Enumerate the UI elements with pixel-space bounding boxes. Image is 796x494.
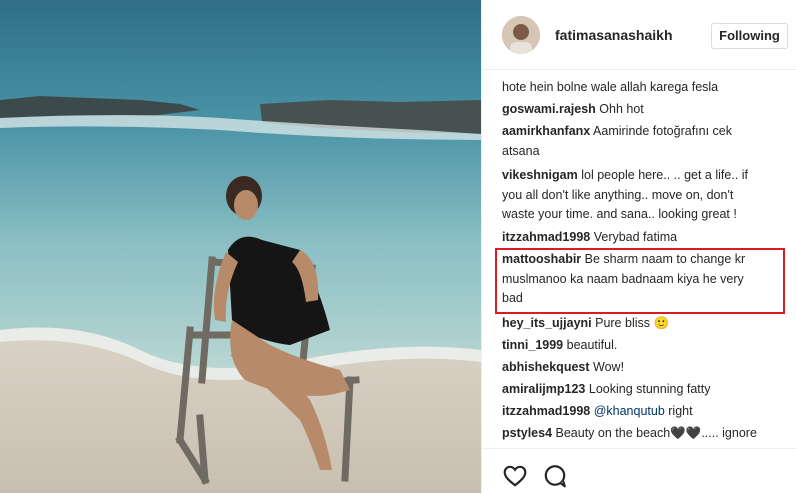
comment-username[interactable]: amiralijmp123 <box>502 382 585 396</box>
comment-text: Wow! <box>593 360 625 374</box>
comment-text: beautiful. <box>566 338 618 352</box>
comment-highlight-box <box>495 248 785 314</box>
comment-text: hote hein bolne wale allah karega fesla <box>502 80 719 94</box>
comment-item: abhishekquest Wow! <box>502 358 784 378</box>
comment-username[interactable]: itzzahmad1998 <box>502 404 590 418</box>
comment-username[interactable]: abhishekquest <box>502 360 590 374</box>
comment-item: amiralijmp123 Looking stunning fatty <box>502 380 784 400</box>
post-side-panel: fatimasanashaikh Following hote hein bol… <box>481 0 796 493</box>
avatar[interactable] <box>502 16 540 54</box>
comment-text: Looking stunning fatty <box>588 382 711 396</box>
post-header: fatimasanashaikh Following <box>482 0 796 70</box>
comment-username[interactable]: tinni_1999 <box>502 338 563 352</box>
comment-item: pstyles4 Beauty on the beach🖤🖤..... igno… <box>502 424 784 444</box>
comment-item: goswami.rajesh Ohh hot <box>502 100 784 120</box>
comment-text: you all don't like anything.. move on, d… <box>502 187 734 202</box>
comment-text: Beauty on the beach🖤🖤..... ignore <box>555 426 757 440</box>
comment-item: itzzahmad1998 Verybad fatima <box>502 228 784 248</box>
comment-icon[interactable] <box>542 463 568 489</box>
comment-item: vikeshnigam lol people here.. .. get a l… <box>502 166 784 225</box>
comment-item: itzzahmad1998 @khanqutub right <box>502 402 784 422</box>
comment-item: tinni_1999 beautiful. <box>502 336 784 356</box>
comment-username[interactable]: itzzahmad1998 <box>502 230 590 244</box>
post-actions <box>482 448 796 493</box>
comment-text: waste your time. and sana.. looking grea… <box>502 207 737 221</box>
comment-username[interactable]: pstyles4 <box>502 426 552 440</box>
comment-item: aamirkhanfanx Aamirinde fotoğrafını cek … <box>502 122 784 161</box>
comment-username[interactable]: hey_its_ujjayni <box>502 316 592 330</box>
post-photo[interactable] <box>0 0 481 493</box>
comment-username[interactable]: vikeshnigam <box>502 168 578 182</box>
comment-text: Verybad fatima <box>593 230 678 244</box>
comment-text: Ohh hot <box>599 102 644 116</box>
comment-username[interactable]: goswami.rajesh <box>502 102 596 116</box>
comment-text: atsana <box>502 143 540 158</box>
comment-mention[interactable]: @khanqutub <box>594 404 665 418</box>
comment-item: hey_its_ujjayni Pure bliss 🙂 <box>502 314 784 334</box>
comment-text: Pure bliss 🙂 <box>595 316 670 330</box>
following-button[interactable]: Following <box>711 23 788 49</box>
comment-item: hote hein bolne wale allah karega fesla <box>502 78 784 98</box>
comment-text: lol people here.. .. get a life.. if <box>581 168 748 182</box>
heart-icon[interactable] <box>502 463 528 489</box>
post-author-username[interactable]: fatimasanashaikh <box>555 27 673 43</box>
comment-text: right <box>664 404 693 418</box>
comment-text: Aamirinde fotoğrafını cek <box>593 124 732 138</box>
comment-username[interactable]: aamirkhanfanx <box>502 124 590 138</box>
